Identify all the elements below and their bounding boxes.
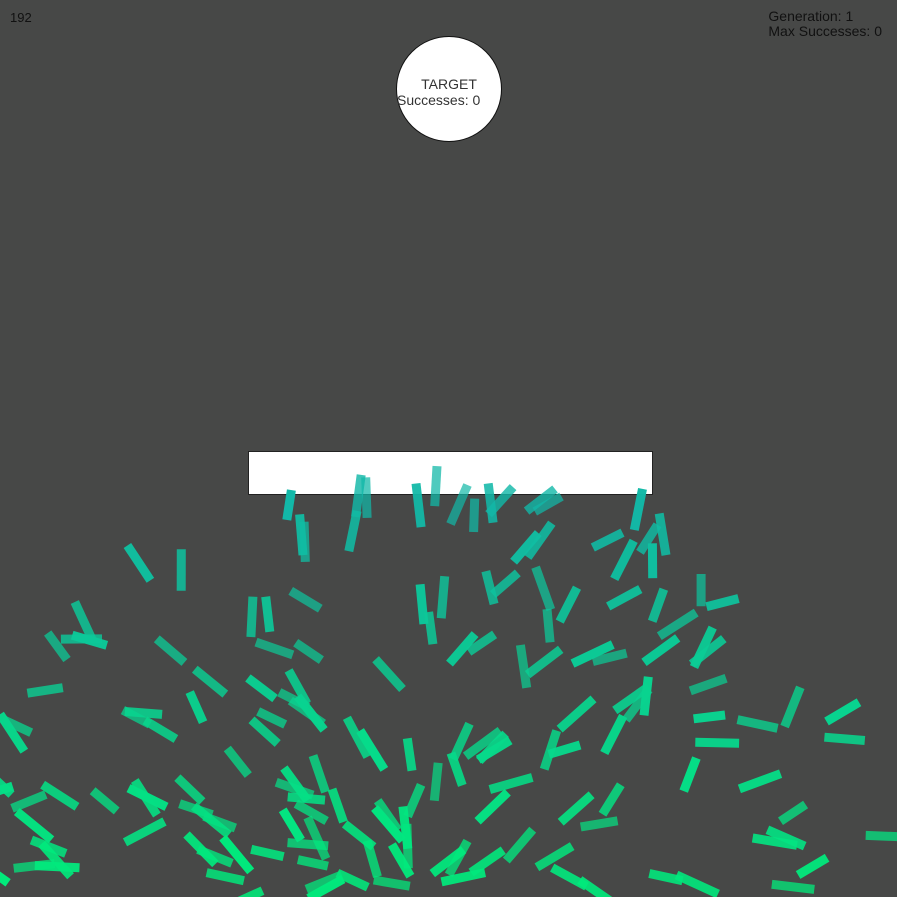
rocket-swarm <box>0 465 897 897</box>
rocket <box>656 608 699 640</box>
rocket <box>555 585 582 624</box>
rocket <box>142 716 179 743</box>
rocket <box>361 477 372 519</box>
rocket <box>639 676 653 716</box>
rocket <box>308 754 330 794</box>
rocket <box>865 830 897 842</box>
rocket <box>293 638 324 664</box>
rocket <box>327 787 348 824</box>
rocket <box>446 483 472 526</box>
rocket <box>256 707 288 729</box>
rocket <box>13 859 56 873</box>
rocket <box>185 690 208 725</box>
rocket <box>424 611 438 645</box>
rocket <box>295 514 308 556</box>
rocket <box>196 845 234 868</box>
rocket <box>398 805 413 850</box>
rocket <box>402 737 417 772</box>
rocket <box>246 596 258 638</box>
rocket <box>610 538 638 581</box>
rocket <box>219 834 255 875</box>
rocket <box>654 512 671 556</box>
rocket <box>647 587 669 623</box>
rocket <box>344 509 362 553</box>
rocket <box>824 732 866 745</box>
rocket <box>40 780 80 811</box>
rocket <box>600 713 628 756</box>
rocket <box>515 644 532 689</box>
rocket <box>598 782 625 817</box>
rocket <box>688 674 728 696</box>
rocket <box>278 807 305 843</box>
rocket <box>403 783 426 819</box>
rocket <box>736 715 779 733</box>
rocket <box>237 886 265 897</box>
rocket <box>430 465 442 507</box>
rocket <box>469 498 480 533</box>
rocket <box>26 683 64 698</box>
rocket <box>705 594 740 612</box>
rocket <box>641 634 681 667</box>
rocket <box>579 816 619 832</box>
rocket <box>411 482 426 528</box>
rocket <box>250 844 285 861</box>
rocket <box>245 674 278 703</box>
rocket <box>436 575 450 619</box>
rocket <box>174 774 206 805</box>
rocket <box>502 826 537 864</box>
game-canvas: 192 Generation: 1 Max Successes: 0 TARGE… <box>0 0 897 897</box>
rocket <box>0 777 15 798</box>
rocket <box>429 762 443 802</box>
rocket <box>153 635 188 666</box>
rocket <box>122 817 167 847</box>
rocket <box>362 839 382 879</box>
rocket <box>191 665 229 698</box>
rocket <box>737 769 783 794</box>
rocket <box>488 773 534 794</box>
rocket <box>590 528 625 552</box>
rocket <box>223 745 252 778</box>
rocket <box>577 876 613 897</box>
rocket <box>542 608 555 643</box>
rocket <box>282 489 296 521</box>
rocket <box>123 543 155 583</box>
rocket <box>693 710 726 724</box>
rocket <box>13 808 55 844</box>
rocket <box>296 855 329 871</box>
rocket <box>372 875 411 891</box>
rocket <box>780 685 805 729</box>
rocket <box>468 846 506 877</box>
rocket <box>0 871 11 887</box>
rocket <box>415 583 429 625</box>
rocket <box>679 756 701 793</box>
rocket <box>10 790 48 813</box>
rocket <box>483 482 498 524</box>
rocket <box>481 570 499 606</box>
rocket <box>335 869 370 892</box>
rocket <box>771 879 815 894</box>
rocket <box>178 799 214 819</box>
rocket <box>287 792 326 805</box>
rocket <box>695 737 740 748</box>
rocket <box>89 787 120 815</box>
rocket <box>629 488 647 531</box>
rocket <box>531 565 556 612</box>
rocket <box>254 637 295 660</box>
rocket <box>795 853 830 879</box>
rocket <box>556 695 597 733</box>
rocket <box>351 474 366 518</box>
rocket <box>674 870 720 897</box>
rocket <box>261 596 275 633</box>
rocket <box>489 569 521 598</box>
rocket <box>824 698 862 726</box>
rocket <box>524 645 564 679</box>
rocket <box>205 868 245 886</box>
rocket <box>778 800 809 825</box>
rocket <box>606 585 643 611</box>
rocket <box>372 656 406 693</box>
rocket <box>288 587 323 613</box>
rocket <box>474 789 511 825</box>
rocket <box>557 791 595 826</box>
